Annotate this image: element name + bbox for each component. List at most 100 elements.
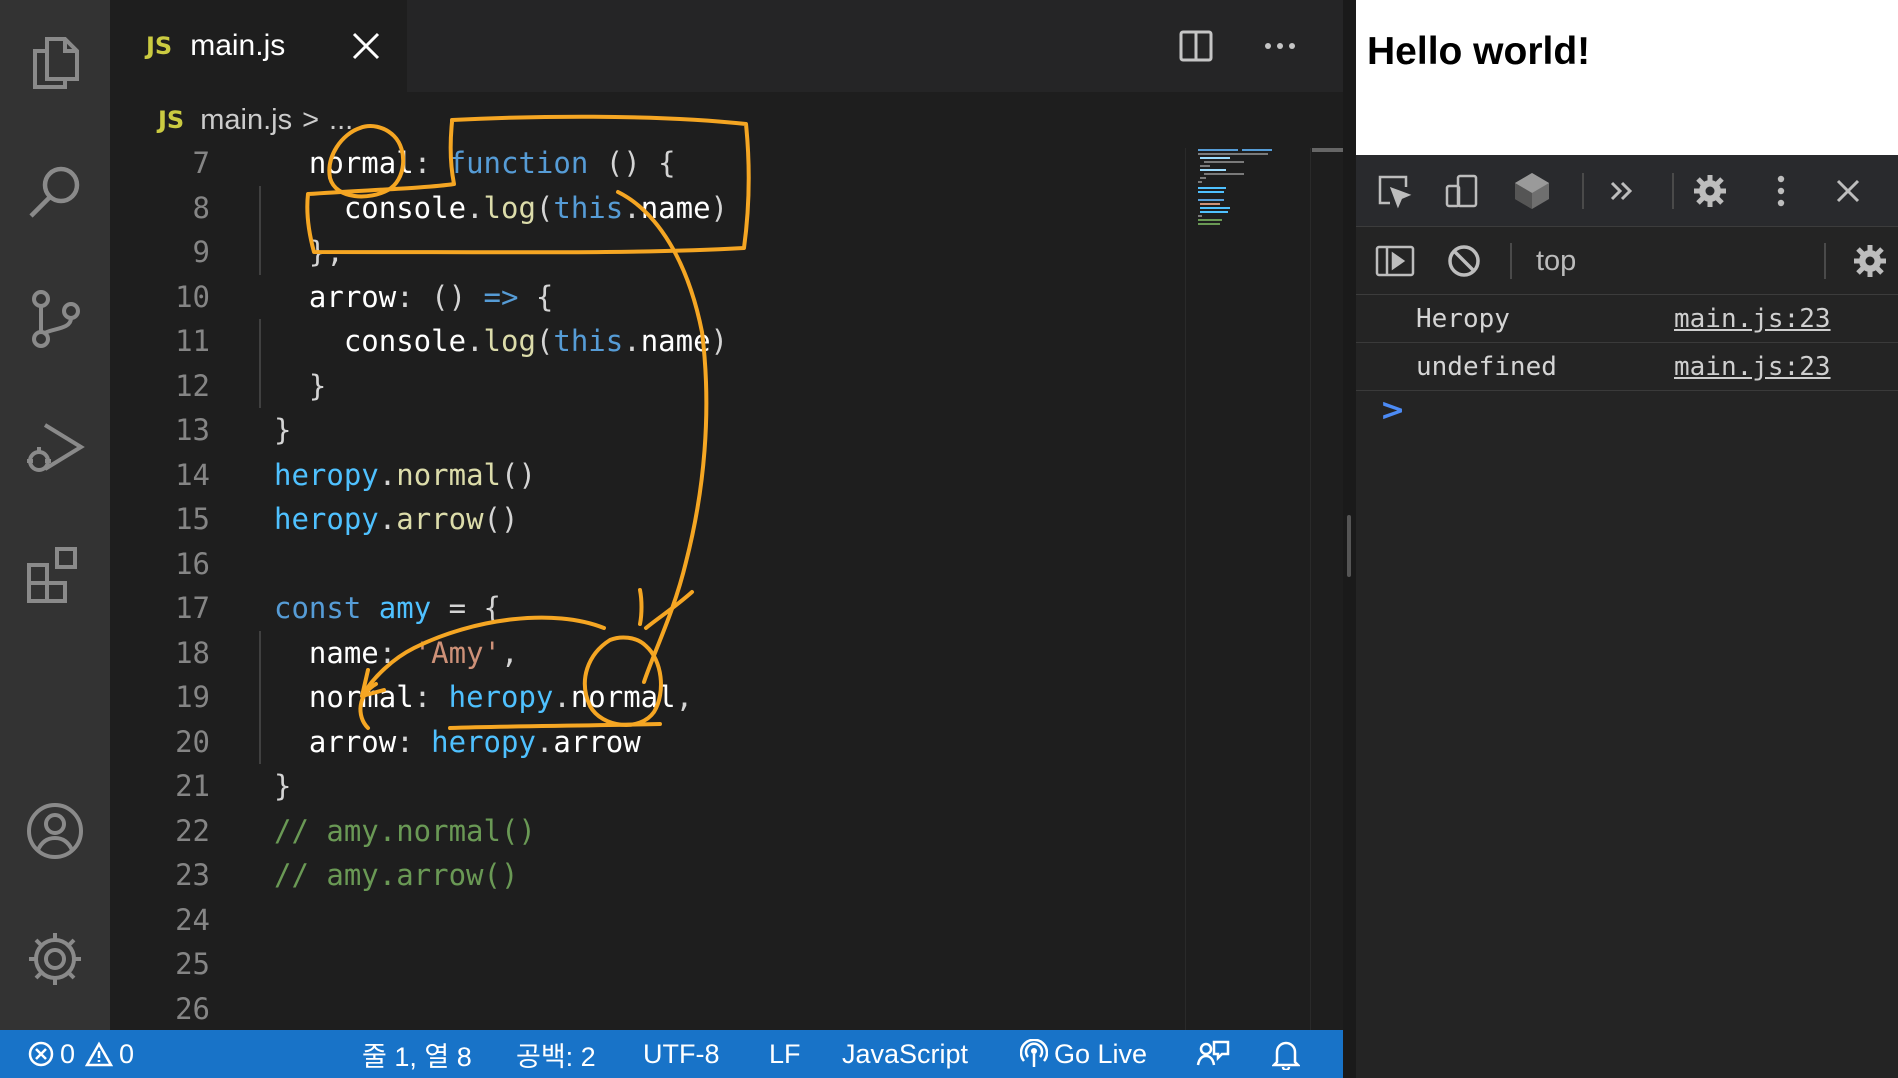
code-token: arrow: [308, 279, 397, 314]
vertical-scrollbar[interactable]: [1310, 148, 1343, 1030]
devtools-settings-gear-icon[interactable]: [1690, 171, 1730, 211]
code-text: // amy.normal(): [274, 809, 536, 854]
settings-gear-icon[interactable]: [16, 920, 94, 998]
code-line[interactable]: 20 arrow: heropy.arrow: [110, 720, 1185, 765]
code-token: arrow: [396, 502, 484, 536]
code-text: arrow: () => {: [274, 275, 553, 320]
explorer-files-icon[interactable]: [16, 24, 94, 102]
more-tabs-chevron-icon[interactable]: [1602, 171, 1642, 211]
code-token: }: [274, 769, 292, 803]
run-debug-icon[interactable]: [16, 408, 94, 486]
console-source-link[interactable]: main.js:23: [1674, 343, 1831, 391]
code-token: log: [483, 324, 536, 358]
line-ending[interactable]: LF: [769, 1030, 801, 1078]
line-number: 18: [175, 635, 210, 670]
code-line[interactable]: 25: [110, 942, 1185, 987]
code-token: normal: [396, 457, 501, 492]
clear-console-icon[interactable]: [1444, 241, 1484, 281]
line-number: 7: [192, 148, 210, 180]
language-mode[interactable]: JavaScript: [842, 1030, 968, 1078]
code-token: name: [640, 324, 711, 358]
minimap[interactable]: [1185, 148, 1310, 1030]
code-token: normal: [308, 680, 414, 714]
feedback-icon[interactable]: [1196, 1030, 1236, 1078]
scrollbar-thumb[interactable]: [1312, 148, 1343, 152]
close-devtools-icon[interactable]: [1828, 171, 1868, 211]
code-token: ): [710, 324, 729, 358]
code-line[interactable]: 21}: [110, 764, 1185, 809]
notifications-bell-icon[interactable]: [1272, 1030, 1306, 1078]
code-text: // amy.arrow(): [274, 853, 518, 898]
code-line[interactable]: 15 heropy.arrow(): [110, 497, 1185, 542]
code-line[interactable]: 18 name: 'Amy',: [110, 631, 1185, 676]
console-input-prompt[interactable]: >: [1380, 393, 1405, 428]
encoding[interactable]: UTF-8: [643, 1030, 720, 1078]
code-line[interactable]: 11 console.log(this.name): [110, 319, 1185, 364]
kebab-menu-icon[interactable]: [1766, 171, 1796, 211]
line-number: 21: [175, 769, 210, 803]
toolbar-separator: [1824, 243, 1826, 279]
indentation-spaces[interactable]: 공백: 2: [516, 1030, 596, 1078]
extension-cube-icon[interactable]: [1510, 169, 1554, 213]
code-line[interactable]: 7 normal: function () {: [110, 148, 1185, 186]
extensions-icon[interactable]: [16, 536, 94, 614]
breadcrumb-symbol[interactable]: ...: [329, 104, 353, 137]
code-line[interactable]: 19 normal: heropy.normal,: [110, 675, 1185, 720]
code-token: (): [501, 457, 536, 492]
code-token: ): [710, 190, 729, 225]
code-editor[interactable]: 7 normal: function () {8 console.log(thi…: [110, 148, 1185, 1030]
breadcrumb-separator: >: [302, 103, 320, 136]
code-line[interactable]: 14 heropy.normal(): [110, 453, 1185, 498]
sidebar-toggle-icon[interactable]: [1374, 241, 1416, 281]
close-icon[interactable]: [348, 28, 384, 64]
code-token: (: [535, 190, 554, 225]
code-line[interactable]: 13}: [110, 408, 1185, 453]
console-source-link[interactable]: main.js:23: [1674, 295, 1831, 343]
cursor-position[interactable]: 줄 1, 열 8: [362, 1030, 472, 1078]
page-heading: Hello world!: [1367, 30, 1591, 73]
code-line[interactable]: 9 },: [110, 230, 1185, 275]
code-token: (: [535, 324, 554, 358]
breadcrumb-file[interactable]: main.js: [200, 104, 292, 137]
code-token: .: [623, 190, 641, 225]
pane-resize-handle[interactable]: [1347, 515, 1351, 577]
device-toggle-icon[interactable]: [1442, 171, 1482, 211]
split-editor-icon[interactable]: [1178, 28, 1214, 64]
code-text: console.log(this.name): [274, 186, 728, 231]
code-line[interactable]: 16: [110, 542, 1185, 587]
line-number: 14: [175, 457, 210, 492]
source-control-icon[interactable]: [16, 280, 94, 358]
line-number: 12: [175, 368, 210, 403]
inspect-element-icon[interactable]: [1374, 171, 1414, 211]
more-actions-icon[interactable]: [1260, 28, 1300, 64]
console-settings-gear-icon[interactable]: [1850, 241, 1890, 281]
code-text: const amy = {: [274, 586, 501, 631]
line-number: 19: [175, 680, 210, 714]
code-line[interactable]: 17 const amy = {: [110, 586, 1185, 631]
code-line[interactable]: 8 console.log(this.name): [110, 186, 1185, 231]
code-token: .: [535, 724, 554, 759]
context-selector[interactable]: top: [1536, 227, 1576, 295]
problems-indicator[interactable]: 0 0: [28, 1030, 134, 1078]
tab-main-js[interactable]: JS main.js: [110, 0, 407, 92]
go-live-label: Go Live: [1054, 1038, 1148, 1069]
code-text: heropy.normal(): [274, 453, 536, 498]
code-line[interactable]: 22 // amy.normal(): [110, 809, 1185, 854]
code-token: .: [378, 502, 397, 536]
indent-guide: [259, 319, 261, 408]
code-line[interactable]: 10 arrow: () => {: [110, 275, 1185, 320]
tab-label: main.js: [190, 29, 286, 62]
go-live-button[interactable]: Go Live: [1020, 1030, 1147, 1078]
account-icon[interactable]: [16, 792, 94, 870]
code-line[interactable]: 23 // amy.arrow(): [110, 853, 1185, 898]
code-line[interactable]: 24: [110, 898, 1185, 943]
code-line[interactable]: 12 }: [110, 364, 1185, 409]
code-token: :: [396, 724, 432, 759]
js-file-icon: JS: [146, 32, 173, 60]
code-line[interactable]: 26: [110, 987, 1185, 1031]
error-icon: [28, 1041, 54, 1067]
code-token: normal: [570, 680, 676, 714]
search-icon[interactable]: [16, 152, 94, 230]
